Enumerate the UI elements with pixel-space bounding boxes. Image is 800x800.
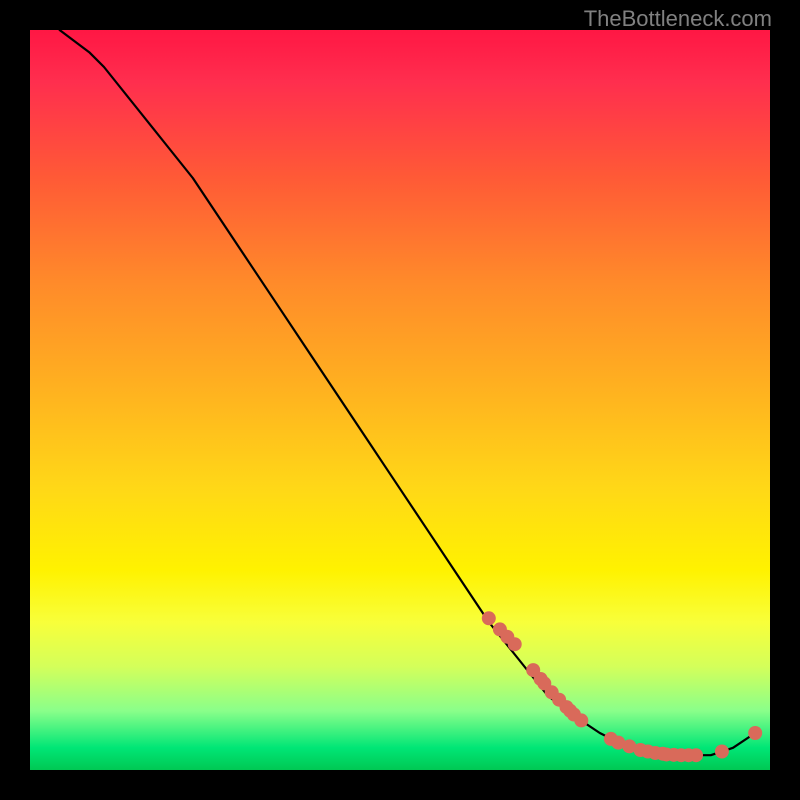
marker-dot [482,611,496,625]
highlight-markers [482,611,762,762]
marker-dot [689,748,703,762]
attribution-text: TheBottleneck.com [584,6,772,32]
marker-dot [748,726,762,740]
marker-dot [574,713,588,727]
plot-area [30,30,770,770]
marker-dot [715,745,729,759]
curve-line [60,30,756,755]
chart-svg [30,30,770,770]
marker-dot [508,637,522,651]
